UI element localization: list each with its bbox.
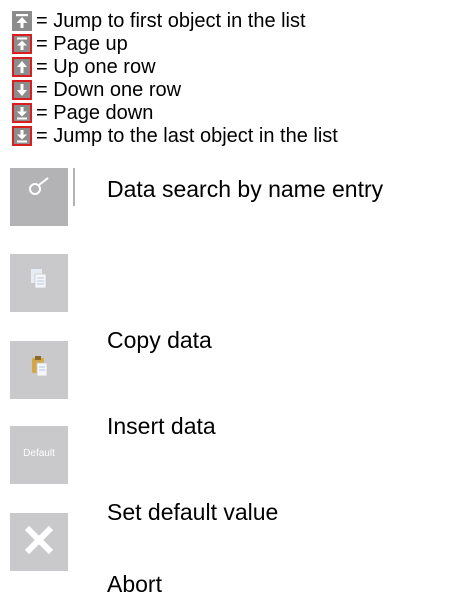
default-icon: Default [10, 426, 68, 484]
legend-row-down-one-row: = Down one row [12, 79, 181, 101]
legend-row-page-down: = Page down [12, 102, 153, 124]
legend-text: = Jump to first object in the list [36, 10, 306, 32]
legend-row-jump-to-last: = Jump to the last object in the list [12, 125, 338, 147]
legend-text: = Jump to the last object in the list [36, 125, 338, 147]
legend-text: = Down one row [36, 79, 182, 101]
legend-row-up-one-row: = Up one row [12, 56, 156, 78]
up-one-row-icon [12, 57, 32, 77]
legend-row-default: Default Set default value [10, 426, 450, 525]
jump-to-first-icon [12, 11, 32, 31]
legend-row-search: Data search by name entry [10, 168, 450, 230]
legend-text: = Up one row [36, 56, 156, 78]
legend-row-jump-to-first: = Jump to first object in the list [12, 10, 306, 32]
legend-row-copy: Copy data [10, 254, 450, 353]
copy-icon [10, 254, 68, 312]
page-down-icon [12, 103, 32, 123]
divider [73, 168, 75, 206]
search-icon [10, 168, 68, 226]
abort-icon [10, 513, 68, 571]
legend-text: = Page up [36, 33, 128, 55]
jump-to-last-icon [12, 126, 32, 146]
legend-text: Data search by name entry [107, 176, 384, 202]
default-icon-label: Default [23, 448, 55, 459]
legend-row-page-up: = Page up [12, 33, 128, 55]
legend-row-abort: Abort [10, 513, 450, 597]
page-up-icon [12, 34, 32, 54]
paste-icon [10, 341, 68, 399]
legend-text: = Page down [36, 102, 154, 124]
legend-row-paste: Insert data [10, 341, 450, 439]
down-one-row-icon [12, 80, 32, 100]
legend-text: Abort [107, 571, 162, 597]
